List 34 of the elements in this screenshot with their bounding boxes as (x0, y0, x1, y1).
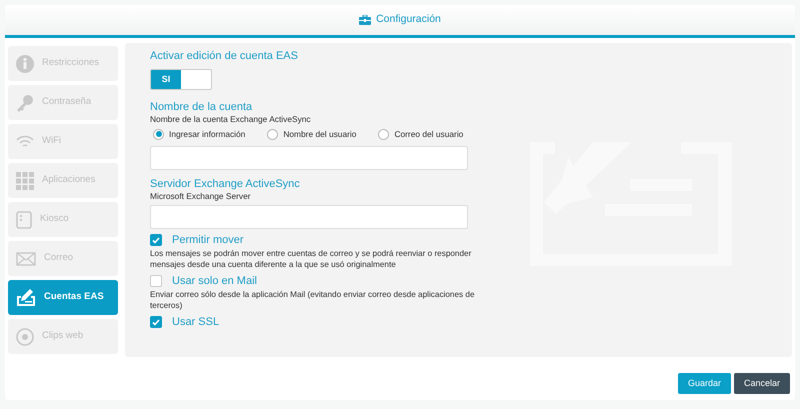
radio-button[interactable] (153, 128, 164, 140)
pencil-box-icon (16, 288, 36, 306)
toggle-switch[interactable]: SI (150, 69, 212, 90)
checkbox[interactable] (150, 234, 162, 246)
clip-icon (16, 328, 34, 346)
checkbox-label: Usar SSL (172, 316, 220, 329)
key-icon (16, 94, 34, 112)
option-description: Los mensajes se podrán mover entre cuentas de correo y se podrá reenviar o responder mensajes desde una cuenta diferente a la que se usó originalmente (150, 248, 472, 270)
field-hint: Nombre de la cuenta Exchange ActiveSync (150, 114, 312, 125)
action-button[interactable]: Cancelar (734, 373, 790, 394)
briefcase-icon (359, 15, 372, 25)
section-title: Activar edición de cuenta EAS (150, 50, 299, 63)
wifi-icon (16, 134, 34, 148)
radio-button[interactable] (267, 128, 278, 140)
info-icon (16, 54, 34, 72)
input-field[interactable] (150, 146, 468, 170)
radio-button[interactable] (378, 128, 390, 140)
checkbox[interactable] (150, 275, 162, 288)
radio-label: Ingresar información (169, 128, 246, 141)
envelope-icon (16, 252, 36, 266)
checkbox[interactable] (150, 316, 162, 328)
grid-icon (16, 172, 34, 190)
checkbox-label: Permitir mover (172, 234, 244, 247)
header-title: Configuración (376, 12, 441, 28)
radio-label: Nombre del usuario (283, 128, 356, 141)
radio-label: Correo del usuario (394, 128, 464, 141)
tablet-icon (16, 210, 32, 228)
checkbox-label: Usar solo en Mail (172, 274, 257, 288)
input-field[interactable] (150, 204, 468, 229)
field-hint: Microsoft Exchange Server (150, 190, 252, 202)
option-description: Enviar correo sólo desde la aplicación Mail (evitando enviar correo desde aplicaciones de terceros) (150, 288, 476, 311)
section-title: Nombre de la cuenta (150, 101, 254, 114)
action-button[interactable]: Guardar (678, 373, 731, 394)
section-title: Servidor Exchange ActiveSync (150, 178, 301, 191)
